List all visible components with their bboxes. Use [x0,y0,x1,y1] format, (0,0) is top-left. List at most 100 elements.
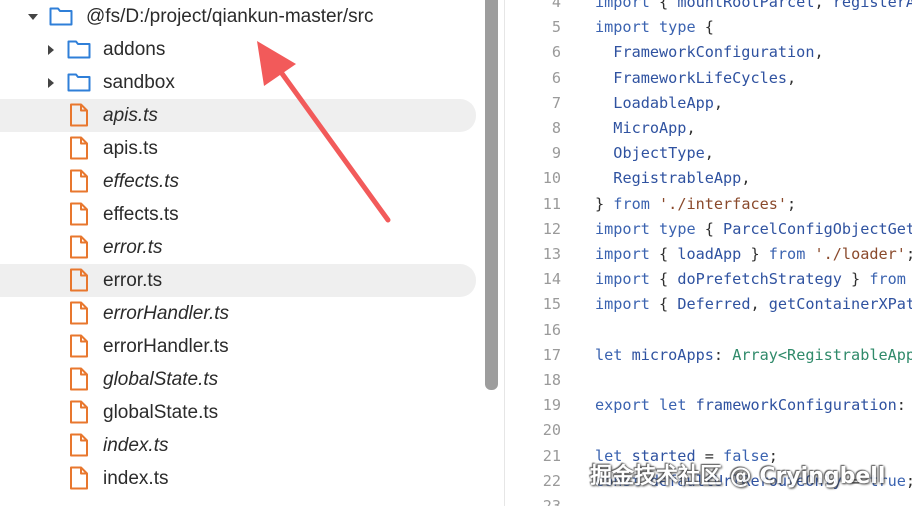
file-icon [70,136,88,160]
code-token: , [741,169,751,188]
chevron-down-icon[interactable] [26,10,40,24]
tree-folder-row[interactable]: sandbox [0,66,476,99]
code-line[interactable]: 18 [505,368,912,393]
code-text: import { Deferred, getContainerXPath [595,292,912,317]
explorer-scrollbar[interactable] [485,0,498,390]
code-line[interactable]: 6 FrameworkConfiguration, [505,40,912,65]
code-token: type [659,219,696,238]
code-text: ObjectType, [595,141,714,166]
tree-folder-row[interactable]: addons [0,33,476,66]
code-line[interactable]: 17 let microApps: Array<RegistrableApp> [505,343,912,368]
code-token: getContainerXPath [768,295,912,314]
line-number: 17 [542,345,561,364]
code-text: LoadableApp, [595,91,723,116]
code-token: , [750,295,769,314]
code-line[interactable]: 6 FrameworkLifeCycles, [505,66,912,91]
code-token: : [713,345,733,364]
tree-file-row[interactable]: effects.ts [0,165,476,198]
code-line[interactable]: 15 import { Deferred, getContainerXPath [505,292,912,317]
tree-file-row[interactable]: errorHandler.ts [0,297,476,330]
file-icon [70,202,88,226]
code-token: import [595,295,650,314]
line-number: 6 [551,43,561,62]
file-icon [70,268,88,292]
code-line[interactable]: 19 export let frameworkConfiguration: F [505,393,912,418]
code-token: , [704,144,714,163]
code-line[interactable]: 9 ObjectType, [505,141,912,166]
code-token: , [686,119,696,137]
code-token: microApps [631,345,714,364]
line-number: 18 [542,371,561,389]
code-text: import { loadApp } from './loader'; [595,242,912,267]
code-token: FrameworkLifeCycles [613,68,788,87]
file-label: index.ts [103,435,169,456]
code-text: export let frameworkConfiguration: F [595,393,912,418]
line-number: 13 [542,245,561,263]
code-token: import [595,245,650,263]
code-line[interactable]: 7 LoadableApp, [505,91,912,116]
code-token: import [595,270,650,289]
code-token: ParcelConfigObjectGetter [723,219,912,238]
line-number: 12 [542,219,561,238]
tree-root-row[interactable]: @fs/D:/project/qiankun-master/src [0,0,476,33]
code-line[interactable]: 13 import { loadApp } from './loader'; [505,242,912,267]
code-line[interactable]: 23 [505,494,912,506]
tree-file-row[interactable]: index.ts [0,462,476,495]
line-number: 8 [551,119,561,137]
code-token: export [595,396,650,415]
tree-file-row[interactable]: effects.ts [0,198,476,231]
chevron-right-icon[interactable] [44,76,58,90]
code-line[interactable]: 10 RegistrableApp, [505,166,912,191]
line-number: 14 [542,270,561,289]
code-line[interactable]: 16 [505,318,912,343]
code-line[interactable]: 8 MicroApp, [505,116,912,141]
tree-file-row[interactable]: error.ts [0,264,476,297]
code-token: { [649,0,678,11]
code-line[interactable]: 12 import type { ParcelConfigObjectGetter [505,217,912,242]
tree-file-row[interactable]: globalState.ts [0,363,476,396]
code-line[interactable]: 20 [505,418,912,443]
file-icon [70,301,88,325]
line-number: 10 [542,169,561,188]
tree-file-row[interactable]: index.ts [0,429,476,462]
file-icon [70,334,88,358]
chevron-right-icon[interactable] [44,43,58,57]
code-line[interactable]: 14 import { doPrefetchStrategy } from './… [505,267,912,292]
line-number: 4 [551,0,561,11]
tree-file-row[interactable]: apis.ts [0,99,476,132]
code-text: let microApps: Array<RegistrableApp> [595,343,912,368]
code-line[interactable]: 11} from './interfaces'; [505,192,912,217]
line-number: 15 [542,295,561,314]
file-explorer: @fs/D:/project/qiankun-master/src addons… [0,0,504,506]
folder-icon [67,40,91,59]
code-token: LoadableApp [613,93,714,112]
code-text: FrameworkLifeCycles, [595,66,796,91]
file-icon [70,235,88,259]
line-number: 23 [542,497,561,506]
code-token: { [649,295,678,314]
tree-file-row[interactable]: globalState.ts [0,396,476,429]
code-line[interactable]: 4 import { mountRootParcel, registerAppli… [505,0,912,15]
code-token: ObjectType [613,144,705,163]
tree-file-row[interactable]: errorHandler.ts [0,330,476,363]
tree-file-row[interactable]: apis.ts [0,132,476,165]
code-token: './loader' [814,245,906,263]
code-text: import { doPrefetchStrategy } from './pr… [595,267,912,292]
code-token: } [595,194,614,213]
line-number: 20 [542,421,561,440]
file-label: errorHandler.ts [103,336,229,357]
file-label: effects.ts [103,171,180,192]
code-line[interactable]: 5 import type { [505,15,912,40]
code-editor[interactable]: 4 import { mountRootParcel, registerAppli… [505,0,912,506]
tree-file-row[interactable]: error.ts [0,231,476,264]
line-number: 21 [542,446,561,465]
file-label: apis.ts [103,138,158,159]
